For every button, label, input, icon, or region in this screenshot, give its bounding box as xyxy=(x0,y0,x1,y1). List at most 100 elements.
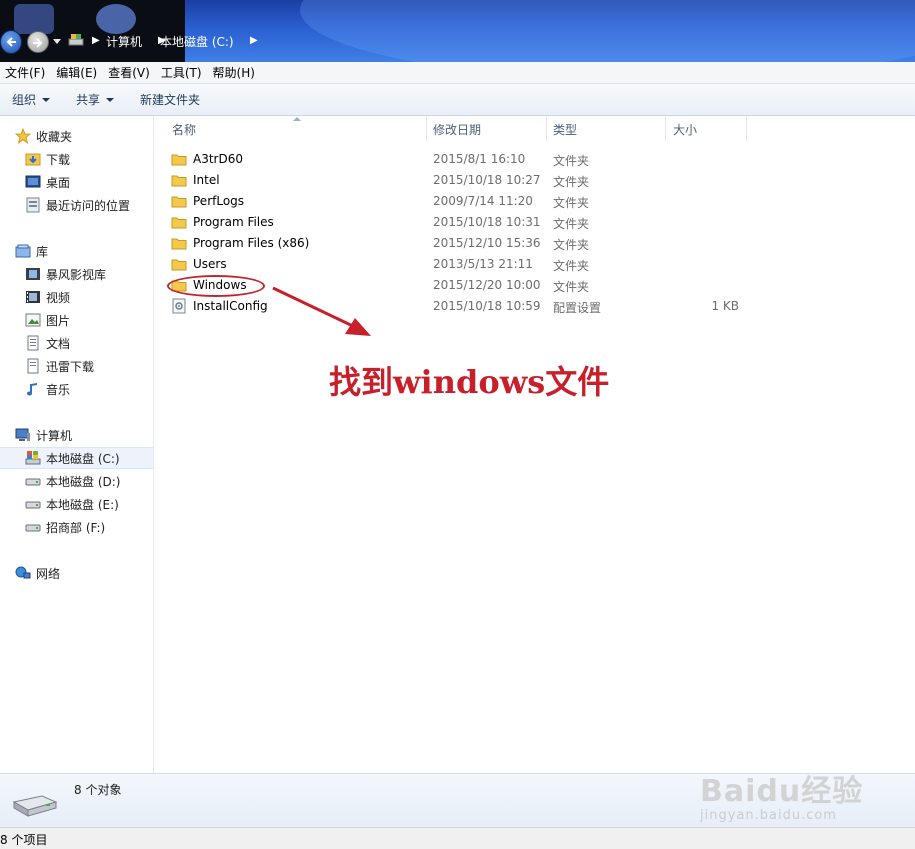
menu-view[interactable]: 查看(V) xyxy=(107,64,158,81)
file-name: Program Files xyxy=(193,215,274,229)
nav-item-recent-places[interactable]: 最近访问的位置 xyxy=(0,194,153,216)
annotation-text: 找到windows文件 xyxy=(329,363,610,401)
nav-item-desktop[interactable]: 桌面 xyxy=(0,171,153,193)
file-name: Program Files (x86) xyxy=(193,236,310,250)
file-name: Intel xyxy=(193,173,220,187)
chevron-down-icon xyxy=(42,97,51,102)
share-button[interactable]: 共享 xyxy=(76,91,115,108)
file-date: 2015/12/20 10:00 xyxy=(433,278,541,292)
nav-network[interactable]: 网络 xyxy=(0,562,153,584)
nav-computer[interactable]: 计算机 xyxy=(0,424,153,446)
library-icon xyxy=(15,244,31,258)
nav-item-baofeng[interactable]: 暴风影视库 xyxy=(0,263,153,285)
file-row[interactable]: A3trD60 2015/8/1 16:10 文件夹 xyxy=(155,149,915,170)
hard-drive-icon xyxy=(12,795,58,817)
organize-button[interactable]: 组织 xyxy=(12,91,51,108)
document-icon xyxy=(27,335,39,351)
file-date: 2009/7/14 11:20 xyxy=(433,194,533,208)
file-row[interactable]: Intel 2015/10/18 10:27 文件夹 xyxy=(155,170,915,191)
nav-computer-label: 计算机 xyxy=(36,428,73,443)
film-icon xyxy=(26,291,40,303)
nav-item-label: 本地磁盘 (C:) xyxy=(46,451,120,466)
nav-item-label: 桌面 xyxy=(46,175,71,190)
breadcrumb-drive-c[interactable]: 本地磁盘 (C:) xyxy=(160,33,234,50)
nav-item-documents[interactable]: 文档 xyxy=(0,332,153,354)
taskbar-thumbnail-icon xyxy=(14,4,54,34)
file-name: PerfLogs xyxy=(193,194,245,208)
hard-drive-icon xyxy=(25,478,41,486)
taskbar-thumbnail-icon xyxy=(96,4,136,34)
nav-item-label: 音乐 xyxy=(46,382,71,397)
file-name: Users xyxy=(193,257,227,271)
nav-item-drive-c[interactable]: 本地磁盘 (C:) xyxy=(0,447,153,469)
file-row[interactable]: Users 2013/5/13 21:11 文件夹 xyxy=(155,254,915,275)
nav-item-label: 下载 xyxy=(46,152,71,167)
nav-item-videos[interactable]: 视频 xyxy=(0,286,153,308)
new-folder-button[interactable]: 新建文件夹 xyxy=(140,91,200,108)
windows-drive-icon xyxy=(25,451,41,465)
file-list-pane: 名称 修改日期 类型 大小 A3trD60 2015/8/1 16:10 文件夹… xyxy=(155,117,915,773)
file-type: 配置设置 xyxy=(553,301,602,315)
music-note-icon xyxy=(27,383,37,396)
column-header-date-modified[interactable]: 修改日期 xyxy=(433,117,481,141)
nav-item-thunder-downloads[interactable]: 迅雷下载 xyxy=(0,355,153,377)
computer-icon xyxy=(15,428,30,441)
file-type: 文件夹 xyxy=(553,280,590,294)
forward-button[interactable] xyxy=(27,31,49,53)
menu-file[interactable]: 文件(F) xyxy=(4,64,53,81)
nav-item-label: 暴风影视库 xyxy=(46,267,107,282)
hard-drive-icon xyxy=(25,524,41,532)
nav-item-drive-f[interactable]: 招商部 (F:) xyxy=(0,516,153,538)
nav-item-drive-e[interactable]: 本地磁盘 (E:) xyxy=(0,493,153,515)
breadcrumb-computer[interactable]: 计算机 xyxy=(106,33,142,50)
file-date: 2015/10/18 10:31 xyxy=(433,215,541,229)
menu-edit[interactable]: 编辑(E) xyxy=(55,64,105,81)
column-header-name[interactable]: 名称 xyxy=(172,117,196,141)
menu-tools[interactable]: 工具(T) xyxy=(160,64,210,81)
watermark-sub-text: jingyan.baidu.com xyxy=(700,808,837,823)
file-date: 2015/8/1 16:10 xyxy=(433,152,526,166)
nav-item-label: 视频 xyxy=(46,290,71,305)
file-type: 文件夹 xyxy=(553,259,590,273)
breadcrumb-separator[interactable]: ▶ xyxy=(92,35,100,46)
file-date: 2015/10/18 10:27 xyxy=(433,173,541,187)
file-row[interactable]: PerfLogs 2009/7/14 11:20 文件夹 xyxy=(155,191,915,212)
file-row[interactable]: Program Files 2015/10/18 10:31 文件夹 xyxy=(155,212,915,233)
organize-label: 组织 xyxy=(12,93,37,107)
drive-icon xyxy=(68,34,84,46)
column-divider[interactable] xyxy=(426,117,427,141)
nav-item-pictures[interactable]: 图片 xyxy=(0,309,153,331)
sort-ascending-icon xyxy=(293,117,301,121)
item-count-status: 8 个项目 xyxy=(0,833,48,847)
title-bar: ▶ 计算机 ▶ 本地磁盘 (C:) ▶ xyxy=(0,0,915,62)
column-divider[interactable] xyxy=(546,117,547,141)
nav-item-label: 文档 xyxy=(46,336,71,351)
column-divider[interactable] xyxy=(746,117,747,141)
folder-icon xyxy=(171,259,187,271)
file-type: 文件夹 xyxy=(553,196,590,210)
nav-item-drive-d[interactable]: 本地磁盘 (D:) xyxy=(0,470,153,492)
file-date: 2015/10/18 10:59 xyxy=(433,299,541,313)
nav-libraries[interactable]: 库 xyxy=(0,240,153,262)
nav-item-music[interactable]: 音乐 xyxy=(0,378,153,400)
network-icon xyxy=(15,566,31,579)
nav-item-downloads[interactable]: 下载 xyxy=(0,148,153,170)
column-header-type[interactable]: 类型 xyxy=(553,117,577,141)
watermark-logo: Baidu经验 jingyan.baidu.com xyxy=(700,748,910,828)
command-bar: 组织 共享 新建文件夹 xyxy=(0,84,915,116)
nav-favorites[interactable]: 收藏夹 xyxy=(0,125,153,147)
column-header-size[interactable]: 大小 xyxy=(673,117,697,141)
back-button[interactable] xyxy=(0,30,22,54)
nav-item-label: 图片 xyxy=(46,313,71,328)
navigation-pane: 收藏夹 下载 桌面 最近访问的位置 库 暴风影视库 视频 图片 文档 迅雷下载 … xyxy=(0,117,154,773)
recent-pages-dropdown[interactable] xyxy=(53,39,61,44)
star-icon xyxy=(15,128,31,144)
desktop-icon xyxy=(25,175,41,188)
column-divider[interactable] xyxy=(665,117,666,141)
file-name: InstallConfig xyxy=(193,299,268,313)
video-library-icon xyxy=(26,268,40,280)
menu-help[interactable]: 帮助(H) xyxy=(212,64,263,81)
object-count: 8 个对象 xyxy=(74,783,122,797)
file-row[interactable]: Program Files (x86) 2015/12/10 15:36 文件夹 xyxy=(155,233,915,254)
breadcrumb-separator[interactable]: ▶ xyxy=(250,35,258,46)
